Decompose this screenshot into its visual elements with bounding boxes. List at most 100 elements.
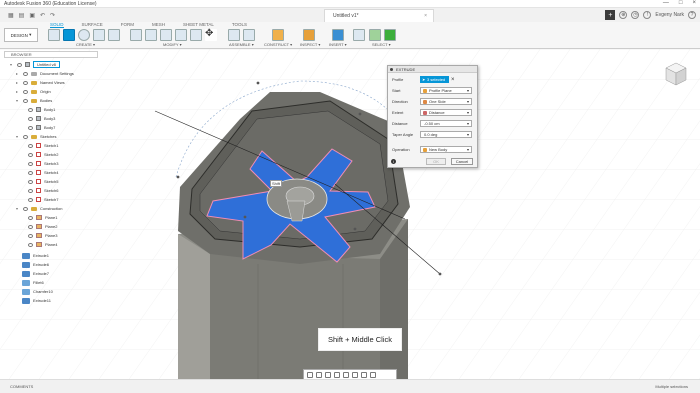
press-pull-icon[interactable] bbox=[130, 29, 142, 41]
visibility-icon[interactable] bbox=[23, 80, 28, 85]
help-icon[interactable]: ? bbox=[688, 11, 696, 19]
browser-item-body7[interactable]: Body7 bbox=[28, 124, 55, 131]
browser-item-bodies[interactable]: ▾ Bodies bbox=[16, 97, 52, 104]
timeline-chamfer10[interactable]: Chamfer10 bbox=[22, 288, 53, 295]
zoom-icon[interactable] bbox=[334, 371, 340, 378]
offset-plane-icon[interactable] bbox=[272, 29, 284, 41]
ok-button[interactable]: OK bbox=[426, 158, 446, 165]
select-box-icon[interactable] bbox=[353, 29, 365, 41]
tab-mesh[interactable]: MESH bbox=[152, 22, 165, 28]
file-icon[interactable]: ▤ bbox=[19, 12, 25, 19]
visibility-icon[interactable] bbox=[28, 215, 33, 220]
joint-icon[interactable] bbox=[243, 29, 255, 41]
viewcube[interactable] bbox=[660, 58, 690, 88]
expand-icon[interactable]: ▸ bbox=[16, 89, 20, 94]
visibility-icon[interactable] bbox=[28, 224, 33, 229]
select-group-label[interactable]: SELECT ▾ bbox=[372, 42, 391, 47]
combine-icon[interactable] bbox=[190, 29, 202, 41]
tab-tools[interactable]: TOOLS bbox=[232, 22, 247, 28]
loft-icon[interactable] bbox=[108, 29, 120, 41]
browser-item-sketch3[interactable]: Sketch3 bbox=[28, 160, 58, 167]
profile-selection-button[interactable]: ➤ 3 selected bbox=[420, 76, 449, 83]
chamfer-icon[interactable] bbox=[160, 29, 172, 41]
extent-select[interactable]: Distance ▾ bbox=[420, 109, 472, 116]
visibility-icon[interactable] bbox=[28, 233, 33, 238]
visibility-icon[interactable] bbox=[23, 98, 28, 103]
visibility-icon[interactable] bbox=[23, 206, 28, 211]
select-priority-icon[interactable] bbox=[384, 29, 396, 41]
visibility-icon[interactable] bbox=[23, 71, 28, 76]
fit-icon[interactable] bbox=[343, 371, 349, 378]
browser-item-plane4[interactable]: Plane4 bbox=[28, 241, 57, 248]
close-tab-icon[interactable]: × bbox=[424, 13, 427, 19]
timeline-extrude7[interactable]: Extrude7 bbox=[22, 270, 49, 277]
visibility-icon[interactable] bbox=[23, 89, 28, 94]
browser-item-sketch4[interactable]: Sketch4 bbox=[28, 169, 58, 176]
cancel-button[interactable]: Cancel bbox=[451, 158, 473, 165]
extrude-dialog-header[interactable]: EXTRUDE bbox=[388, 66, 477, 73]
visibility-icon[interactable] bbox=[17, 62, 22, 67]
minimize-button[interactable]: — bbox=[663, 0, 669, 6]
browser-item-plane2[interactable]: Plane2 bbox=[28, 223, 57, 230]
browser-item-plane1[interactable]: Plane1 bbox=[28, 214, 57, 221]
browser-root-item[interactable]: ▾ Untitled v8 bbox=[10, 61, 60, 68]
visibility-icon[interactable] bbox=[28, 143, 33, 148]
visibility-icon[interactable] bbox=[28, 242, 33, 247]
visibility-icon[interactable] bbox=[28, 161, 33, 166]
construct-group-label[interactable]: CONSTRUCT ▾ bbox=[264, 42, 292, 47]
display-settings-icon[interactable] bbox=[352, 371, 358, 378]
tab-surface[interactable]: SURFACE bbox=[82, 22, 103, 28]
create-sketch-icon[interactable] bbox=[48, 29, 60, 41]
new-tab-button[interactable]: + bbox=[605, 10, 616, 20]
collapse-icon[interactable]: ▾ bbox=[16, 206, 20, 211]
operation-select[interactable]: New Body ▾ bbox=[420, 146, 472, 153]
direction-select[interactable]: One Side ▾ bbox=[420, 98, 472, 105]
new-component-icon[interactable] bbox=[228, 29, 240, 41]
distance-input[interactable]: -0.50 cm ▾ bbox=[420, 120, 472, 127]
visibility-icon[interactable] bbox=[28, 197, 33, 202]
taper-angle-input[interactable]: 0.0 deg ▾ bbox=[420, 131, 472, 138]
tab-form[interactable]: FORM bbox=[121, 22, 134, 28]
visibility-icon[interactable] bbox=[28, 116, 33, 121]
measure-icon[interactable] bbox=[303, 29, 315, 41]
inspect-group-label[interactable]: INSPECT ▾ bbox=[300, 42, 320, 47]
insert-image-icon[interactable] bbox=[332, 29, 344, 41]
browser-item-sketch2[interactable]: Sketch2 bbox=[28, 151, 58, 158]
browser-item-body1[interactable]: Body1 bbox=[28, 106, 55, 113]
extensions-icon[interactable]: ⊕ bbox=[619, 11, 628, 19]
document-tab[interactable]: Untitled v1* × bbox=[324, 9, 434, 22]
extrude-icon[interactable] bbox=[63, 29, 75, 41]
timeline-extrude11[interactable]: Extrude11 bbox=[22, 297, 51, 304]
browser-item-document-settings[interactable]: ▸ Document Settings bbox=[16, 70, 74, 77]
clear-selection-icon[interactable]: × bbox=[451, 77, 455, 83]
insert-group-label[interactable]: INSERT ▾ bbox=[329, 42, 347, 47]
visibility-icon[interactable] bbox=[28, 188, 33, 193]
viewports-icon[interactable] bbox=[370, 371, 376, 378]
browser-item-sketch7[interactable]: Sketch7 bbox=[28, 196, 58, 203]
comments-label[interactable]: COMMENTS bbox=[10, 384, 33, 389]
browser-item-construction[interactable]: ▾ Construction bbox=[16, 205, 62, 212]
revolve-icon[interactable] bbox=[78, 29, 90, 41]
visibility-icon[interactable] bbox=[28, 107, 33, 112]
user-name[interactable]: Evgeny Nark bbox=[655, 12, 684, 18]
collapse-icon[interactable]: ▾ bbox=[16, 134, 20, 139]
undo-icon[interactable]: ↶ bbox=[40, 12, 45, 19]
timeline-extrude1[interactable]: Extrude1 bbox=[22, 252, 49, 259]
job-status-icon[interactable]: ◷ bbox=[631, 11, 640, 19]
pan-icon[interactable] bbox=[325, 371, 331, 378]
select-filter-icon[interactable] bbox=[369, 29, 381, 41]
visibility-icon[interactable] bbox=[28, 179, 33, 184]
browser-item-sketches[interactable]: ▾ Sketches bbox=[16, 133, 56, 140]
visibility-icon[interactable] bbox=[28, 170, 33, 175]
notifications-icon[interactable]: ! bbox=[643, 11, 652, 19]
workspace-switcher[interactable]: DESIGN ▾ bbox=[4, 28, 38, 42]
tab-solid[interactable]: SOLID bbox=[50, 22, 64, 28]
timeline-extrude6[interactable]: Extrude6 bbox=[22, 261, 49, 268]
expand-icon[interactable]: ▸ bbox=[16, 71, 20, 76]
browser-item-sketch1[interactable]: Sketch1 bbox=[28, 142, 58, 149]
close-button[interactable]: × bbox=[692, 0, 696, 6]
collapse-icon[interactable]: ▾ bbox=[10, 62, 14, 67]
browser-item-named-views[interactable]: ▸ Named Views bbox=[16, 79, 65, 86]
shell-icon[interactable] bbox=[175, 29, 187, 41]
info-icon[interactable]: i bbox=[391, 159, 396, 164]
